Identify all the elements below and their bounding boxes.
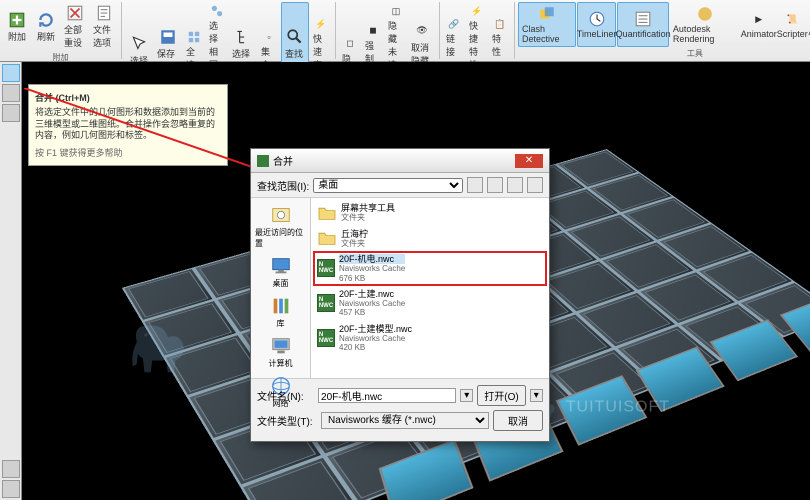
back-button[interactable] (467, 177, 483, 193)
left-tool-sets[interactable] (2, 460, 20, 478)
navisworks-icon (257, 155, 269, 167)
filetype-label: 文件类型(T): (257, 413, 317, 428)
new-folder-button[interactable] (507, 177, 523, 193)
sidebar-desktop[interactable]: 桌面 (253, 253, 308, 291)
reset-all-button[interactable]: 全部重设 (61, 2, 89, 51)
dialog-titlebar[interactable]: 合并 ✕ (251, 149, 549, 173)
animator-button[interactable]: ▶Animator (741, 2, 776, 47)
left-tool-3[interactable] (2, 104, 20, 122)
dialog-title-text: 合并 (273, 153, 293, 168)
left-tool-plan[interactable] (2, 480, 20, 498)
open-button[interactable]: 打开(O) (477, 385, 525, 406)
sidebar-libraries[interactable]: 库 (253, 293, 308, 331)
tooltip-title: 合并 (Ctrl+M) (35, 91, 221, 104)
filename-label: 文件名(N): (257, 388, 314, 403)
quantification-button[interactable]: Quantification (617, 2, 669, 47)
lookin-label: 查找范围(I): (257, 178, 309, 193)
merge-tooltip: 合并 (Ctrl+M) 将选定文件中的几何图形和数据添加到当前的三维模型或二维图… (28, 84, 228, 166)
filename-dropdown[interactable]: ▾ (460, 389, 473, 402)
merge-dialog: 合并 ✕ 查找范围(I): 桌面 最近访问的位置 桌面 库 计算机 网络 屏幕共… (250, 148, 550, 442)
refresh-button[interactable]: 刷新 (32, 2, 60, 51)
file-options-button[interactable]: 文件选项 (90, 2, 118, 51)
tooltip-description: 将选定文件中的几何图形和数据添加到当前的三维模型或二维图纸。合并操作会忽略重复的… (35, 107, 221, 142)
list-item[interactable]: NNWC20F-土建.nwcNavisworks Cache457 KB (313, 286, 547, 321)
lookin-select[interactable]: 桌面 (313, 178, 463, 193)
scripter-button[interactable]: 📜Scripter (777, 2, 808, 47)
sidebar-recent[interactable]: 最近访问的位置 (253, 202, 308, 251)
ribbon-toolbar: 附加 刷新 全部重设 文件选项 附加 选择 保存选择 全选 选择相同对象 选择树… (0, 0, 810, 62)
list-item[interactable]: 屏幕共享工具文件夹 (313, 200, 547, 226)
merge-tool-button[interactable] (2, 64, 20, 82)
cancel-button[interactable]: 取消 (493, 410, 543, 431)
list-item[interactable]: NNWC20F-土建模型.nwcNavisworks Cache420 KB (313, 321, 547, 356)
up-button[interactable] (487, 177, 503, 193)
tooltip-hint: 按 F1 键获得更多帮助 (35, 146, 221, 159)
left-tool-2[interactable] (2, 84, 20, 102)
sidebar-computer[interactable]: 计算机 (253, 333, 308, 371)
autodesk-rendering-button[interactable]: Autodesk Rendering (670, 2, 741, 47)
dialog-toolbar: 查找范围(I): 桌面 (251, 173, 549, 198)
left-toolbar (0, 62, 22, 500)
file-list[interactable]: 屏幕共享工具文件夹 丘海柠文件夹 NNWC20F-机电.nwcNaviswork… (311, 198, 549, 378)
close-icon[interactable]: ✕ (515, 154, 543, 168)
dialog-sidebar: 最近访问的位置 桌面 库 计算机 网络 (251, 198, 311, 378)
nwc-icon: NNWC (317, 259, 335, 277)
clash-detective-button[interactable]: Clash Detective (518, 2, 576, 47)
list-item[interactable]: 丘海柠文件夹 (313, 226, 547, 252)
timeliner-button[interactable]: TimeLiner (577, 2, 616, 47)
filename-input[interactable] (318, 388, 456, 403)
view-menu-button[interactable] (527, 177, 543, 193)
open-dropdown[interactable]: ▾ (530, 389, 543, 402)
append-button[interactable]: 附加 (3, 2, 31, 51)
group-label-tools: 工具 (518, 47, 810, 60)
nwc-icon: NNWC (317, 329, 335, 347)
filetype-select[interactable]: Navisworks 缓存 (*.nwc) (321, 412, 489, 429)
nwc-icon: NNWC (317, 294, 335, 312)
list-item-selected[interactable]: NNWC20F-机电.nwcNavisworks Cache676 KB (313, 251, 547, 286)
